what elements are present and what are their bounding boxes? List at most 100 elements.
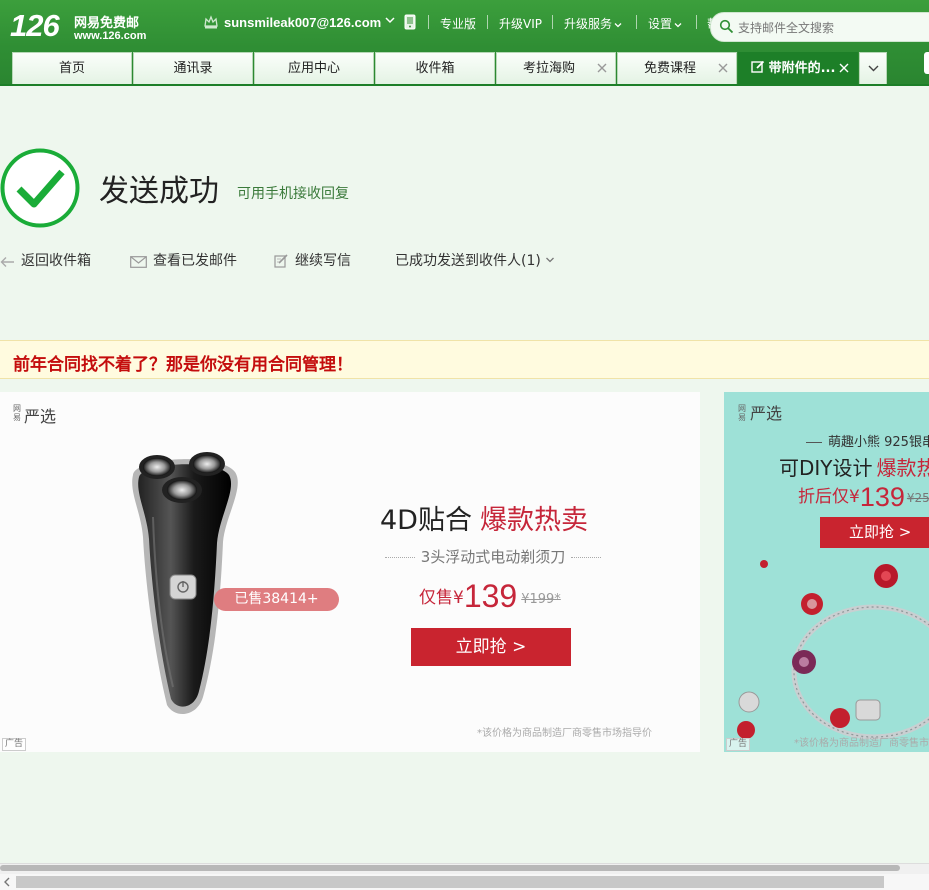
- scroll-indicator: [0, 865, 900, 871]
- chevron-down-icon: [674, 22, 682, 27]
- price-disclaimer: *该价格为商品制造厂商零售市场: [794, 738, 929, 749]
- top-header: 126 网易免费邮 www.126.com sunsmileak007@126.…: [0, 0, 929, 86]
- chevron-down-icon[interactable]: [384, 14, 396, 26]
- price-value: 139: [859, 482, 905, 512]
- promo-text: 前年合同找不着了？那是你没有用合同管理！: [13, 355, 353, 375]
- logo-title[interactable]: 网易免费邮: [74, 12, 139, 31]
- price-original: ¥25: [906, 491, 929, 505]
- envelope-icon: [130, 256, 147, 268]
- tab-label: 首页: [58, 61, 85, 76]
- nav-upgrade-service-label: 升级服务: [564, 17, 613, 31]
- price-value: 139: [463, 578, 518, 614]
- success-title: 发送成功: [99, 174, 219, 209]
- tab-label: 通讯录: [173, 61, 213, 76]
- ad-headline-hot: 爆款热: [876, 456, 929, 480]
- continue-writing-label: 继续写信: [295, 253, 351, 269]
- continue-writing-link[interactable]: 继续写信: [274, 250, 351, 270]
- nav-upgrade-vip[interactable]: 升级VIP: [499, 15, 542, 32]
- ad-headline-main: 4D贴合: [380, 505, 472, 536]
- tab-more-button[interactable]: [859, 52, 887, 84]
- buy-now-button[interactable]: 立即抢 >: [411, 628, 571, 666]
- ad-label: 广告: [2, 738, 27, 751]
- search-icon: [719, 19, 734, 34]
- ad-top-text: 萌趣小熊 925银串珠手: [828, 435, 929, 450]
- divider: [571, 557, 602, 558]
- scrollbar-thumb[interactable]: [16, 876, 884, 888]
- nav-separator: [487, 15, 488, 29]
- arrow-left-icon: [0, 257, 14, 267]
- tab-contacts[interactable]: 通讯录: [133, 52, 253, 84]
- side-toggle-button[interactable]: [924, 52, 929, 74]
- ad-subtitle-text: 3头浮动式电动剃须刀: [420, 548, 566, 566]
- promo-banner[interactable]: 前年合同找不着了？那是你没有用合同管理！: [0, 340, 929, 379]
- electric-shaver-image: [132, 452, 238, 715]
- tab-app-center[interactable]: 应用中心: [254, 52, 374, 84]
- tab-home[interactable]: 首页: [12, 52, 132, 84]
- ad-headline: 可DIY设计 爆款热: [779, 452, 929, 481]
- nav-separator: [552, 15, 553, 29]
- divider: [384, 557, 415, 558]
- ad-top-line: 萌趣小熊 925银串珠手: [806, 431, 929, 450]
- back-to-inbox-label: 返回收件箱: [21, 253, 91, 269]
- nav-upgrade-service[interactable]: 升级服务: [564, 15, 622, 32]
- recipients-dropdown[interactable]: 已成功发送到收件人(1): [395, 250, 561, 270]
- scroll-left-arrow-icon[interactable]: [2, 876, 12, 888]
- ad-price: 折后仅¥139 ¥25: [798, 482, 929, 513]
- ad-headline-main: 可DIY设计: [779, 456, 873, 480]
- account-email[interactable]: sunsmileak007@126.com: [224, 15, 381, 30]
- tab-label: 收件箱: [415, 61, 455, 76]
- view-sent-label: 查看已发邮件: [153, 253, 237, 269]
- brand-small-text: 网易: [13, 404, 21, 422]
- chevron-down-icon: [545, 257, 554, 263]
- price-disclaimer: *该价格为商品制造厂商零售市场指导价: [477, 728, 652, 739]
- tab-label: 考拉海购: [522, 61, 575, 76]
- horizontal-scrollbar[interactable]: [0, 863, 929, 890]
- logo-url[interactable]: www.126.com: [74, 30, 146, 42]
- price-label: 仅售¥: [419, 588, 464, 608]
- brand-logo-text: 严选: [24, 407, 57, 426]
- bracelet-ad[interactable]: 网易 严选 萌趣小熊 925银串珠手 可DIY设计爆款热 折后仅¥139¥25 …: [724, 392, 929, 752]
- sold-count-badge: 已售38414+: [214, 588, 339, 611]
- edit-icon: [750, 60, 764, 73]
- back-to-inbox-link[interactable]: 返回收件箱: [0, 250, 91, 270]
- tab-bar: 首页 通讯录 应用中心 收件箱 考拉海购 免费课程 带附件的...: [12, 52, 929, 85]
- divider: [806, 442, 822, 443]
- buy-now-button[interactable]: 立即抢 >: [820, 517, 929, 548]
- success-check-icon: [0, 148, 80, 228]
- phone-icon[interactable]: [404, 14, 416, 30]
- logo-number[interactable]: 126: [10, 8, 60, 44]
- nav-separator: [428, 15, 429, 29]
- brand-small-text: 网易: [738, 404, 746, 422]
- view-sent-link[interactable]: 查看已发邮件: [130, 250, 237, 270]
- nav-settings-label: 设置: [648, 17, 673, 31]
- recipients-label: 已成功发送到收件人(1): [395, 253, 541, 269]
- nav-pro[interactable]: 专业版: [440, 15, 476, 32]
- tab-free-course[interactable]: 免费课程: [617, 52, 737, 84]
- shaver-ad[interactable]: 网易 严选 已售38414+ 4D贴合 爆款热卖 3头浮动式电动剃须刀 仅售¥1…: [0, 392, 700, 752]
- chevron-down-icon: [614, 22, 622, 27]
- ad-label: 广告: [726, 738, 751, 751]
- close-icon[interactable]: [839, 63, 849, 73]
- close-icon[interactable]: [718, 63, 728, 73]
- tab-compose-active[interactable]: 带附件的...: [738, 52, 858, 84]
- close-icon[interactable]: [597, 63, 607, 73]
- search-input[interactable]: 支持邮件全文搜索: [710, 12, 929, 42]
- tab-kaola[interactable]: 考拉海购: [496, 52, 616, 84]
- bracelet-image: [737, 560, 929, 740]
- price-label: 折后仅¥: [798, 487, 860, 507]
- tab-label: 应用中心: [287, 61, 340, 76]
- tab-inbox[interactable]: 收件箱: [375, 52, 495, 84]
- price-original: ¥199*: [521, 592, 561, 607]
- chevron-down-icon: [868, 65, 879, 72]
- crown-icon: [204, 15, 218, 29]
- tab-label: 免费课程: [643, 61, 696, 76]
- compose-icon: [274, 254, 288, 268]
- brand-logo-text: 严选: [750, 404, 783, 423]
- header-divider: [0, 84, 929, 86]
- success-subtitle[interactable]: 可用手机接收回复: [237, 183, 349, 203]
- ad-subtitle: 3头浮动式电动剃须刀: [375, 546, 611, 567]
- nav-separator: [696, 15, 697, 29]
- ad-headline: 4D贴合 爆款热卖: [380, 498, 588, 537]
- nav-settings[interactable]: 设置: [648, 15, 682, 32]
- search-placeholder: 支持邮件全文搜索: [738, 21, 835, 35]
